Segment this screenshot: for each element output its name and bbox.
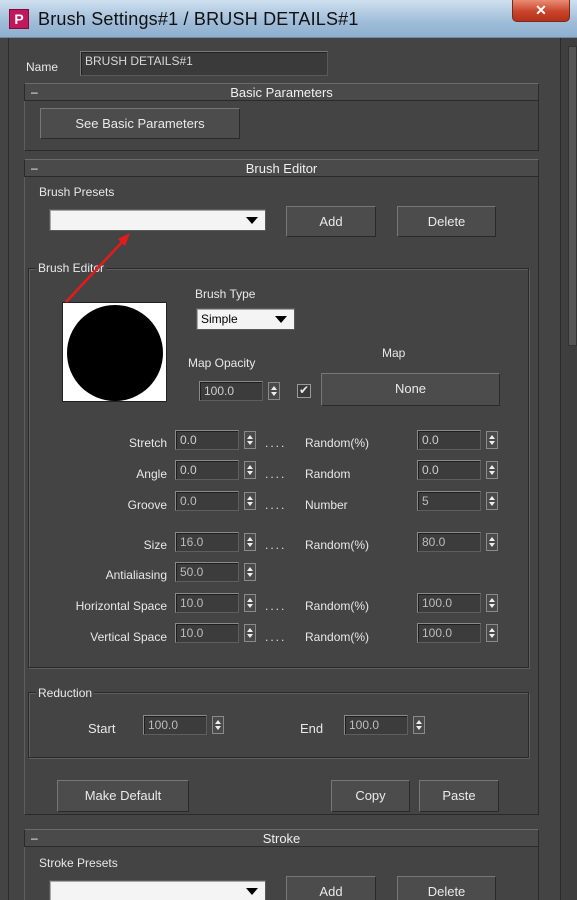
annotation-arrow xyxy=(65,233,130,303)
